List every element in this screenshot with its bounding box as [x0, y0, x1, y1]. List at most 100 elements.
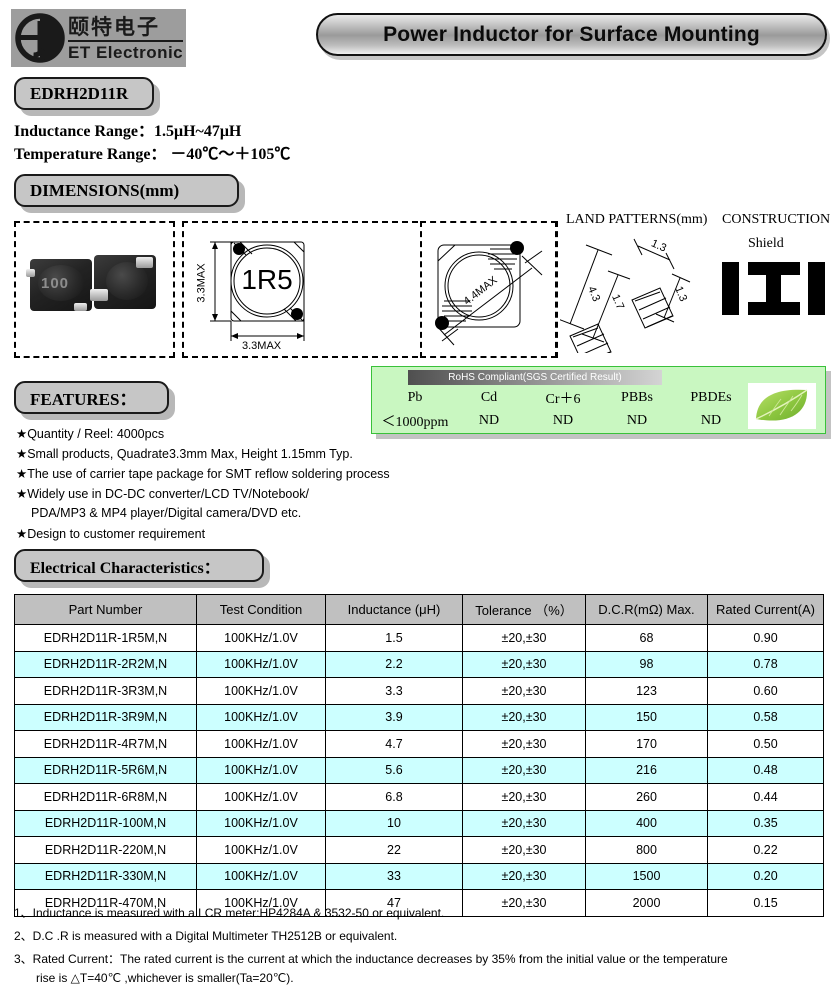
inductor-terminal	[136, 257, 153, 268]
cell-test-condition: 100KHz/1.0V	[196, 809, 326, 837]
rohs-value: ＜1000ppm	[381, 414, 449, 430]
cell-tolerance: ±20,±30	[462, 703, 586, 731]
cell-part-number: EDRH2D11R-330M,N	[14, 862, 197, 890]
cell-rated-current: 0.50	[707, 730, 824, 758]
cell-rated-current: 0.20	[707, 862, 824, 890]
column-header-part-number: Part Number	[14, 594, 197, 625]
table-row: EDRH2D11R-220M,N 100KHz/1.0V 22 ±20,±30 …	[14, 836, 824, 864]
construction-subtitle: Shield	[748, 236, 784, 251]
page-title-banner: Power Inductor for Surface Mounting	[316, 13, 827, 56]
et-monogram-icon	[13, 11, 67, 65]
cell-rated-current: 0.44	[707, 783, 824, 811]
dim-width-label: 3.3MAX	[242, 340, 282, 352]
features-tab: FEATURES：	[14, 381, 169, 414]
cell-tolerance: ±20,±30	[462, 756, 586, 784]
cell-dcr: 216	[585, 756, 708, 784]
table-header-row: Part Number Test Condition Inductance (μ…	[14, 594, 824, 625]
cell-part-number: EDRH2D11R-6R8M,N	[14, 783, 197, 811]
cell-test-condition: 100KHz/1.0V	[196, 862, 326, 890]
cell-tolerance: ±20,±30	[462, 677, 586, 705]
rohs-banner: RoHS Compliant(SGS Certified Result)	[408, 370, 662, 385]
cell-inductance: 4.7	[325, 730, 463, 758]
logo-english-name: ET Electronic	[68, 42, 184, 62]
cell-part-number: EDRH2D11R-220M,N	[14, 836, 197, 864]
cell-inductance: 6.8	[325, 783, 463, 811]
cell-dcr: 150	[585, 703, 708, 731]
rohs-banner-label: RoHS Compliant(SGS Certified Result)	[448, 372, 622, 383]
cell-part-number: EDRH2D11R-2R2M,N	[14, 650, 197, 678]
table-row: EDRH2D11R-3R3M,N 100KHz/1.0V 3.3 ±20,±30…	[14, 677, 824, 705]
feature-item: ★Widely use in DC-DC converter/LCD TV/No…	[16, 487, 310, 501]
feature-item: ★Small products, Quadrate3.3mm Max, Heig…	[16, 447, 353, 461]
cell-test-condition: 100KHz/1.0V	[196, 783, 326, 811]
cell-part-number: EDRH2D11R-3R9M,N	[14, 703, 197, 731]
rohs-substance: Cr＋6	[545, 392, 581, 408]
column-header-rated-current: Rated Current(A)	[707, 594, 824, 625]
pad-view-drawing	[435, 241, 543, 346]
logo-wordmark: 颐特电子 ET Electronic	[68, 14, 184, 62]
cell-tolerance: ±20,±30	[462, 624, 586, 652]
cell-dcr: 98	[585, 650, 708, 678]
company-logo: 颐特电子 ET Electronic	[11, 9, 186, 67]
cell-test-condition: 100KHz/1.0V	[196, 650, 326, 678]
rohs-substance: PBDEs	[690, 390, 732, 406]
cell-dcr: 2000	[585, 889, 708, 917]
table-row: EDRH2D11R-5R6M,N 100KHz/1.0V 5.6 ±20,±30…	[14, 756, 824, 784]
cell-inductance: 3.9	[325, 703, 463, 731]
cell-part-number: EDRH2D11R-3R3M,N	[14, 677, 197, 705]
inductor-terminal	[90, 289, 108, 301]
table-row: EDRH2D11R-100M,N 100KHz/1.0V 10 ±20,±30 …	[14, 809, 824, 837]
cell-rated-current: 0.22	[707, 836, 824, 864]
cell-dcr: 68	[585, 624, 708, 652]
dim-height-label: 3.3MAX	[195, 263, 208, 303]
logo-chinese-name: 颐特电子	[68, 14, 160, 39]
product-photo: 100	[24, 233, 174, 348]
dimensions-tab: DIMENSIONS(mm)	[14, 174, 239, 207]
rohs-value: ND	[626, 412, 648, 428]
cell-inductance: 10	[325, 809, 463, 837]
logo-divider	[68, 39, 184, 42]
column-header-test-condition: Test Condition	[196, 594, 326, 625]
cell-test-condition: 100KHz/1.0V	[196, 836, 326, 864]
rohs-value: ND	[478, 412, 500, 428]
page-title: Power Inductor for Surface Mounting	[383, 22, 760, 46]
note-item: 3、Rated Current：The rated current is the…	[14, 952, 728, 966]
cell-rated-current: 0.58	[707, 703, 824, 731]
inductor-terminal	[74, 303, 87, 311]
rohs-value: ND	[700, 412, 722, 428]
features-label: FEATURES：	[30, 390, 137, 409]
pad-view-panel: 4.4MAX	[420, 221, 557, 358]
table-row: EDRH2D11R-2R2M,N 100KHz/1.0V 2.2 ±20,±30…	[14, 650, 824, 678]
cell-dcr: 123	[585, 677, 708, 705]
cell-part-number: EDRH2D11R-1R5M,N	[14, 624, 197, 652]
cell-tolerance: ±20,±30	[462, 809, 586, 837]
cell-rated-current: 0.60	[707, 677, 824, 705]
inductor-photo-left: 100	[26, 259, 92, 311]
cell-rated-current: 0.15	[707, 889, 824, 917]
column-header-dcr: D.C.R(mΩ) Max.	[585, 594, 708, 625]
cell-tolerance: ±20,±30	[462, 889, 586, 917]
note-item: 2、D.C .R is measured with a Digital Mult…	[14, 929, 398, 943]
column-header-inductance: Inductance (μH)	[325, 594, 463, 625]
rohs-value: ND	[552, 412, 574, 428]
rohs-substance: Cd	[480, 390, 498, 406]
cell-rated-current: 0.48	[707, 756, 824, 784]
feature-item: ★Design to customer requirement	[16, 527, 206, 541]
cell-test-condition: 100KHz/1.0V	[196, 756, 326, 784]
electrical-characteristics-label: Electrical Characteristics：	[30, 559, 220, 577]
electrical-characteristics-tab: Electrical Characteristics：	[14, 549, 264, 582]
svg-text:1R5: 1R5	[241, 264, 292, 295]
cell-dcr: 1500	[585, 862, 708, 890]
note-item: 1、Inductance is measured with a LCR mete…	[14, 906, 445, 920]
cell-dcr: 260	[585, 783, 708, 811]
rohs-substance-grid: Pb Cd Cr＋6 PBBs PBDEs ＜1000ppm ND ND ND …	[378, 387, 748, 432]
cell-inductance: 33	[325, 862, 463, 890]
cell-dcr: 800	[585, 836, 708, 864]
cell-part-number: EDRH2D11R-4R7M,N	[14, 730, 197, 758]
table-row: EDRH2D11R-4R7M,N 100KHz/1.0V 4.7 ±20,±30…	[14, 730, 824, 758]
rohs-substance: PBBs	[621, 390, 653, 406]
construction-title: CONSTRUCTION	[722, 212, 831, 227]
land-patterns-title: LAND PATTERNS(mm)	[566, 212, 708, 227]
cell-inductance: 22	[325, 836, 463, 864]
inductor-terminal	[26, 269, 35, 277]
